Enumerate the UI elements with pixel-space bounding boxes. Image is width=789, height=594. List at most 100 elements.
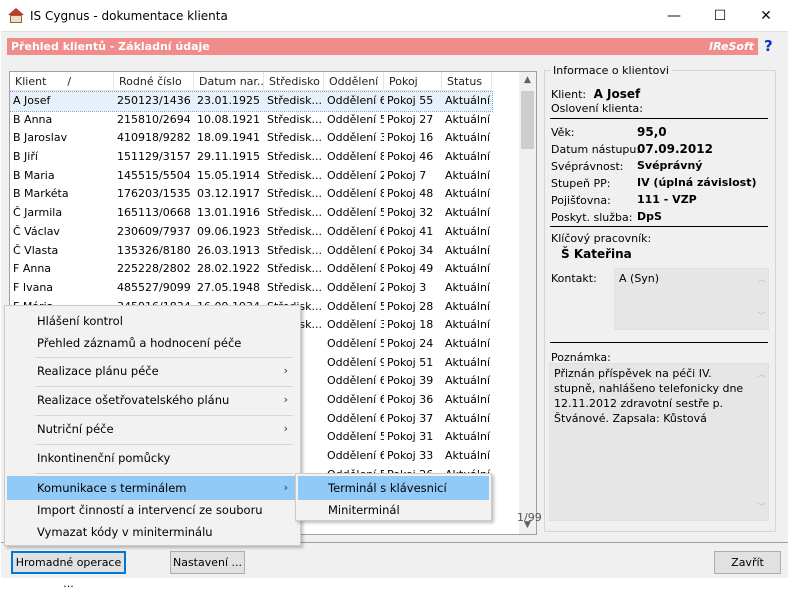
nastaveni-button[interactable]: Nastavení ... bbox=[170, 551, 245, 574]
table-cell: Oddělení 5 bbox=[327, 299, 384, 313]
column-header-status[interactable]: Status bbox=[442, 72, 492, 91]
table-cell: Oddělení 8 bbox=[327, 262, 384, 276]
table-cell: Oddělení 6 bbox=[327, 94, 384, 107]
table-cell: Pokoj 49 bbox=[387, 262, 434, 276]
svepravnost-label: Svéprávnost: bbox=[551, 160, 624, 173]
table-cell: Pokoj 39 bbox=[387, 374, 434, 388]
menu-item-import-cinnosti[interactable]: Import činností a intervencí ze souboru bbox=[7, 498, 298, 522]
column-header-klient[interactable]: Klient / bbox=[10, 72, 114, 91]
column-header-pokoj[interactable]: Pokoj bbox=[384, 72, 442, 91]
table-cell: Oddělení 2 bbox=[327, 168, 384, 182]
table-cell: 215810/2694 bbox=[117, 112, 191, 126]
sort-indicator-icon: / bbox=[67, 75, 72, 88]
table-cell: Středisk... bbox=[267, 168, 322, 182]
table-row[interactable]: B Jaroslav 410918/9282 18.09.1941 Středisk.… bbox=[10, 129, 492, 148]
table-row[interactable]: B Anna 215810/2694 10.08.1921 Středisk... Od… bbox=[10, 111, 492, 130]
scroll-down-icon[interactable]: ﹀ bbox=[757, 501, 766, 516]
table-cell: 03.12.1917 bbox=[197, 187, 260, 201]
table-cell: Oddělení 8 bbox=[327, 187, 384, 201]
window-title: IS Cygnus - dokumentace klienta bbox=[30, 8, 228, 23]
menu-separator bbox=[35, 415, 293, 416]
kontakt-label: Kontakt: bbox=[551, 272, 597, 285]
table-cell: B Jaroslav bbox=[13, 131, 68, 145]
menu-item-realizace-planu-pece[interactable]: Realizace plánu péče › bbox=[7, 359, 298, 383]
menu-item-nutricni-pece[interactable]: Nutriční péče › bbox=[7, 417, 298, 441]
vek-label: Věk: bbox=[551, 126, 575, 139]
submenu-item-terminal-s-klavesnici[interactable]: Terminál s klávesnicí bbox=[298, 476, 489, 500]
table-cell: Středisk... bbox=[267, 243, 322, 257]
table-cell: Středisk... bbox=[267, 94, 322, 107]
help-icon[interactable]: ? bbox=[764, 37, 773, 55]
table-cell: 10.08.1921 bbox=[197, 112, 260, 126]
submenu-arrow-icon: › bbox=[283, 364, 288, 377]
klient-row: Klient: A Josef bbox=[551, 87, 640, 101]
table-row[interactable]: B Markéta 176203/1535 03.12.1917 Středisk..… bbox=[10, 185, 492, 204]
table-cell: Oddělení 5 bbox=[327, 336, 384, 350]
menu-item-inkontinencni-pomucky[interactable]: Inkontinenční pomůcky bbox=[7, 446, 298, 470]
table-row[interactable]: F Ivana 485527/9099 27.05.1948 Středisk... O… bbox=[10, 279, 492, 298]
table-cell: Oddělení 6 bbox=[327, 449, 384, 463]
kontakt-value: A (Syn) bbox=[619, 272, 660, 285]
table-cell: Oddělení 5 bbox=[327, 206, 384, 220]
zavrit-button[interactable]: Zavřít bbox=[714, 551, 781, 574]
table-row[interactable]: Č Václav 230609/7937 09.06.1923 Středisk...… bbox=[10, 223, 492, 242]
kontakt-textarea[interactable]: A (Syn) ︿ ﹀ bbox=[614, 268, 769, 330]
scroll-up-icon[interactable]: ︿ bbox=[757, 368, 766, 383]
table-cell: 485527/9099 bbox=[117, 280, 191, 294]
table-row[interactable]: A Josef 250123/1436 23.01.1925 Středisk... O… bbox=[10, 91, 493, 112]
table-cell: Aktuální bbox=[445, 280, 491, 294]
table-row[interactable]: Č Vlasta 135326/8180 26.03.1913 Středisk...… bbox=[10, 242, 492, 261]
vek-value: 95,0 bbox=[637, 125, 667, 139]
table-cell: Aktuální bbox=[445, 449, 491, 463]
table-cell: Oddělení 6 bbox=[327, 374, 384, 388]
menu-item-prehled-zaznamu[interactable]: Přehled záznamů a hodnocení péče bbox=[7, 331, 298, 355]
column-header-oddeleni[interactable]: Oddělení bbox=[324, 72, 384, 91]
poznamka-textarea[interactable]: Přiznán příspěvek na péči IV. stupně, na… bbox=[549, 363, 769, 521]
maximize-button[interactable]: ☐ bbox=[697, 0, 743, 31]
table-row[interactable]: Č Jarmila 165113/0668 13.01.1916 Středisk..… bbox=[10, 204, 492, 223]
table-cell: Aktuální bbox=[445, 355, 491, 369]
table-cell: F Anna bbox=[13, 262, 52, 276]
table-cell: Oddělení 5 bbox=[327, 430, 384, 444]
title-bar: IS Cygnus - dokumentace klienta — ☐ ✕ bbox=[0, 0, 789, 31]
scroll-thumb[interactable] bbox=[521, 91, 534, 149]
table-cell: Aktuální bbox=[445, 393, 491, 406]
table-cell: A Josef bbox=[13, 94, 51, 107]
scroll-down-icon[interactable]: ﹀ bbox=[757, 310, 766, 325]
table-cell: 13.01.1916 bbox=[197, 206, 260, 220]
table-row[interactable]: B Jiří 151129/3157 29.11.1915 Středisk... Od… bbox=[10, 148, 492, 167]
column-header-stredisko[interactable]: Středisko bbox=[264, 72, 324, 91]
client-info-legend: Informace o klientovi bbox=[550, 64, 672, 77]
table-cell: 28.02.1922 bbox=[197, 262, 260, 276]
column-header-rodne-cislo[interactable]: Rodné číslo bbox=[114, 72, 194, 91]
hromadne-operace-button[interactable]: Hromadné operace ... bbox=[11, 551, 126, 590]
menu-item-realizace-osetrovatelskeho-planu[interactable]: Realizace ošetřovatelského plánu › bbox=[7, 388, 298, 412]
table-cell: Aktuální bbox=[445, 131, 491, 145]
stupen-label: Stupeň PP: bbox=[551, 177, 611, 190]
menu-item-hlaseni-kontrol[interactable]: Hlášení kontrol bbox=[7, 309, 298, 333]
table-cell: Středisk... bbox=[267, 187, 322, 201]
submenu-item-miniterminal[interactable]: Miniterminál bbox=[298, 498, 489, 522]
brand-label: IReSoft bbox=[709, 40, 754, 53]
table-cell: Pokoj 24 bbox=[387, 336, 434, 350]
table-cell: 23.01.1925 bbox=[197, 94, 260, 107]
table-cell: Pokoj 34 bbox=[387, 243, 434, 257]
column-header-datum-narozeni[interactable]: Datum nar... bbox=[194, 72, 264, 91]
table-row[interactable]: B Maria 145515/5504 15.05.1914 Středisk... O… bbox=[10, 167, 492, 186]
table-cell: Oddělení 3 bbox=[327, 131, 384, 145]
terminal-submenu: Terminál s klávesnicí Miniterminál bbox=[295, 473, 492, 521]
table-row[interactable]: F Anna 225228/2802 28.02.1922 Středisk... Od… bbox=[10, 260, 492, 279]
submenu-arrow-icon: › bbox=[283, 422, 288, 435]
scroll-up-icon[interactable]: ︿ bbox=[757, 273, 766, 288]
list-scrollbar[interactable]: ▲ ▼ bbox=[519, 72, 536, 534]
menu-item-vymazat-kody[interactable]: Vymazat kódy v miniterminálu bbox=[7, 520, 298, 544]
table-cell: Oddělení 3 bbox=[327, 318, 384, 332]
minimize-button[interactable]: — bbox=[651, 0, 697, 31]
scroll-up-icon[interactable]: ▲ bbox=[519, 72, 536, 89]
menu-item-komunikace-s-terminalem[interactable]: Komunikace s terminálem › bbox=[7, 476, 298, 500]
table-cell: Aktuální bbox=[445, 299, 491, 313]
table-cell: Středisk... bbox=[267, 131, 322, 145]
close-window-button[interactable]: ✕ bbox=[743, 0, 789, 31]
table-cell: 26.03.1913 bbox=[197, 243, 260, 257]
table-cell: Oddělení 5 bbox=[327, 112, 384, 126]
